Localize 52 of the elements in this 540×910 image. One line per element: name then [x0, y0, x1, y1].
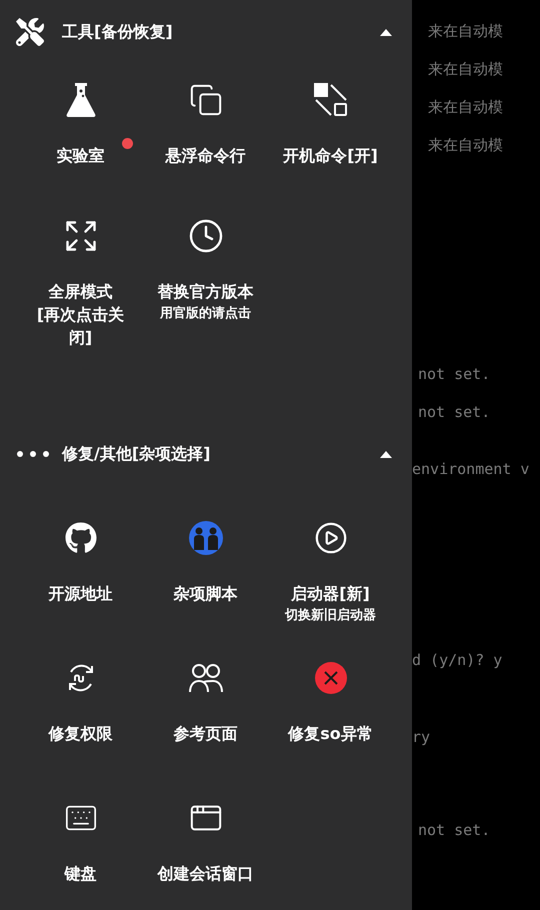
item-label: 创建会话窗口 [156, 863, 254, 885]
menu-item[interactable]: 创建会话窗口 [143, 782, 268, 910]
copy-icon [188, 83, 222, 117]
item-label: 替换官方版本 [156, 281, 254, 303]
item-label: 启动器[新] [290, 583, 371, 605]
item-label: 杂项脚本 [172, 583, 238, 605]
terminal-line: ry [412, 727, 432, 748]
terminal-line: not set. [417, 402, 492, 423]
error-icon [314, 661, 348, 695]
item-label: 开机命令[开] [282, 145, 379, 167]
item-label: 修复so异常 [286, 723, 374, 745]
menu-item[interactable]: 参考页面 [143, 642, 268, 782]
terminal-line: d (y/n)? y [412, 650, 504, 671]
item-label: 全屏模式 [再次点击关闭] [36, 281, 126, 349]
menu-item[interactable]: 杂项脚本 [143, 502, 268, 642]
item-sublabel: 用官版的请点击 [160, 305, 251, 323]
menu-item[interactable]: 替换官方版本 用官版的请点击 [143, 200, 268, 349]
github-icon [64, 522, 96, 554]
section-header[interactable]: 修复/其他[杂项选择] [0, 422, 412, 486]
terminal-line: not set. [417, 820, 492, 841]
shapes-icon [312, 82, 348, 118]
item-label: 参考页面 [172, 723, 238, 745]
terminal-line: 来在自动模 [427, 135, 504, 156]
tools-icon [16, 18, 44, 46]
section-title: 修复/其他[杂项选择] [62, 443, 212, 465]
terminal-line: not set. [417, 364, 492, 385]
item-label: 实验室 [56, 145, 106, 167]
more-icon [16, 450, 50, 458]
menu-item[interactable]: 悬浮命令行 [143, 64, 268, 200]
item-label: 开源地址 [48, 583, 114, 605]
section-header[interactable]: 工具[备份恢复] [0, 0, 412, 64]
menu-item[interactable]: 键盘 [18, 782, 143, 910]
flask-icon [66, 82, 96, 118]
terminal-line: 来在自动模 [427, 21, 504, 42]
menu-item[interactable]: 开机命令[开] [268, 64, 393, 200]
menu-item[interactable]: 实验室 [18, 64, 143, 200]
section-title: 工具[备份恢复] [62, 21, 174, 43]
item-sublabel: 切换新旧启动器 [285, 607, 376, 625]
menu-item[interactable]: 启动器[新] 切换新旧启动器 [268, 502, 393, 642]
menu-item[interactable]: 开源地址 [18, 502, 143, 642]
people-icon [188, 520, 224, 556]
item-label: 悬浮命令行 [164, 145, 246, 167]
terminal-line: environment v [412, 459, 530, 480]
play-icon [314, 521, 348, 555]
item-label: 键盘 [63, 863, 98, 885]
item-label: 修复权限 [47, 723, 114, 745]
menu-item[interactable]: 修复so异常 [268, 642, 393, 782]
menu-item[interactable]: 修复权限 [18, 642, 143, 782]
terminal-line: 来在自动模 [427, 59, 504, 80]
clock-icon [188, 218, 224, 254]
terminal-line: 来在自动模 [427, 97, 504, 118]
menu-item[interactable]: 全屏模式 [再次点击关闭] [18, 200, 143, 349]
